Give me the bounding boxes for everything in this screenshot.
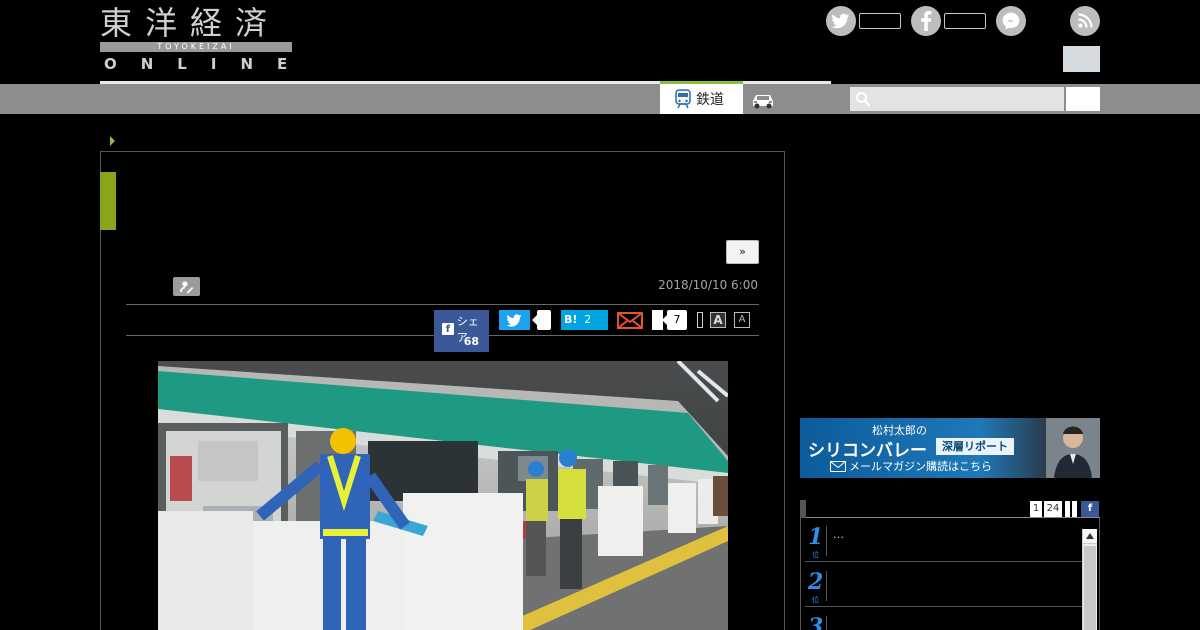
next-page-button[interactable]: » — [726, 240, 759, 264]
share-bar-top-line — [126, 304, 759, 305]
font-size-separator — [697, 312, 703, 328]
rank-number: 2 — [808, 569, 824, 595]
train-icon — [674, 89, 692, 109]
tab-railway[interactable]: 鉄道 — [660, 81, 743, 114]
font-large-button[interactable]: A — [710, 312, 726, 328]
page: 東洋経済 TOYOKEIZAI ONLINE 鉄道 » 2018/10/10 6… — [0, 0, 1200, 630]
search-icon — [855, 91, 871, 107]
hatena-label: B! — [564, 313, 578, 326]
ranking-page-1[interactable]: 1 — [1030, 501, 1042, 517]
ranking-header-accent — [800, 500, 806, 518]
login-button[interactable] — [1063, 46, 1100, 72]
scroll-up-arrow-icon[interactable] — [1083, 529, 1097, 544]
rank-number: 3 — [808, 614, 824, 630]
search-input[interactable] — [850, 87, 1064, 111]
scroll-thumb[interactable] — [1084, 546, 1096, 630]
rss-icon[interactable] — [1070, 6, 1100, 36]
facebook-share-button[interactable]: f シェア 68 — [434, 310, 489, 352]
rank-divider — [826, 571, 827, 601]
logo-online: ONLINE — [104, 55, 312, 73]
breadcrumb-arrow-icon — [110, 136, 115, 146]
ranking-item[interactable]: 2 位 — [805, 563, 1083, 607]
search-button[interactable] — [1066, 87, 1100, 111]
publish-date: 2018/10/10 6:00 — [658, 278, 758, 292]
rank-divider — [826, 616, 827, 630]
article-photo — [158, 361, 728, 630]
ranking-facebook-icon[interactable]: f — [1081, 501, 1099, 517]
hatena-count: 2 — [584, 313, 592, 326]
rank-unit: 位 — [812, 596, 819, 604]
ranking-item[interactable]: 1 位 … — [805, 518, 1083, 562]
facebook-share-count: 68 — [463, 335, 479, 348]
silicon-valley-banner[interactable]: 松村太郎の シリコンバレー 深層リポート メールマガジン購読はこちら — [800, 418, 1100, 478]
ranking-scrollbar[interactable] — [1082, 529, 1097, 630]
banner-tag: 深層リポート — [936, 438, 1014, 455]
hatena-bookmark-button[interactable]: B! 2 — [561, 310, 608, 330]
rank-unit: 位 — [812, 551, 819, 559]
ranking-page-24[interactable]: 24 — [1044, 501, 1062, 517]
logo-kanji: 東洋経済 — [100, 4, 281, 42]
author-icon[interactable] — [173, 277, 200, 296]
logo-roman: TOYOKEIZAI — [157, 42, 235, 51]
font-small-button[interactable]: A — [734, 312, 750, 328]
twitter-bird-icon — [507, 313, 522, 327]
facebook-icon[interactable] — [911, 6, 941, 36]
ranking-list: 1 位 … 2 位 3 位 — [800, 518, 1100, 630]
twitter-icon[interactable] — [826, 6, 856, 36]
tweet-button[interactable] — [499, 310, 530, 330]
banner-mail-link: メールマガジン購読はこちら — [830, 458, 992, 474]
car-icon[interactable] — [750, 88, 776, 110]
twitter-count-box — [859, 13, 901, 29]
mail-icon[interactable] — [617, 311, 643, 330]
facebook-f-icon: f — [442, 323, 454, 335]
facebook-count-box — [944, 13, 986, 29]
tweet-count-box — [532, 310, 551, 330]
ranking-page-tab-a[interactable] — [1065, 501, 1070, 517]
site-logo[interactable]: 東洋経済 TOYOKEIZAI ONLINE — [100, 4, 292, 72]
rank-divider — [826, 526, 827, 556]
messenger-icon[interactable] — [996, 6, 1026, 36]
comment-count: 7 — [662, 310, 687, 330]
envelope-icon — [830, 460, 846, 472]
author-photo — [1046, 418, 1100, 478]
ranking-page-tab-b[interactable] — [1072, 501, 1077, 517]
tab-railway-label: 鉄道 — [696, 92, 724, 108]
title-accent-bar — [100, 172, 116, 230]
rank-number: 1 — [808, 524, 824, 550]
banner-mail-text: メールマガジン購読はこちら — [849, 460, 992, 473]
ranking-item[interactable]: 3 位 — [805, 608, 1083, 630]
rank-title: … — [833, 528, 844, 541]
